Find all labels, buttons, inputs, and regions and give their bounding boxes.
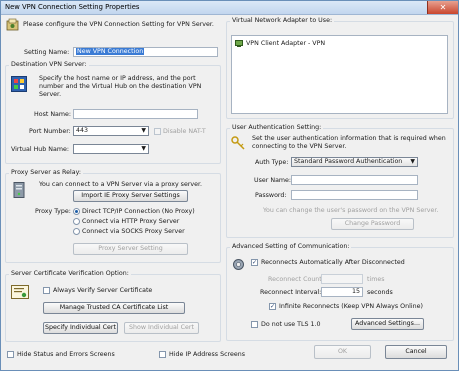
infinite-reconnect-label: Infinite Reconnects (Keep VPN Always Onl… [279, 303, 423, 310]
port-number-label: Port Number: [29, 128, 71, 135]
infinite-reconnect-checkbox[interactable]: ✓ [269, 303, 276, 310]
hub-name-select[interactable]: ▼ [73, 144, 149, 154]
adapter-list[interactable]: VPN Client Adapter - VPN [231, 35, 448, 114]
proxy-option-direct-radio[interactable] [73, 208, 80, 215]
manage-trusted-ca-button[interactable]: Manage Trusted CA Certificate List [43, 302, 185, 314]
destination-group-label: Destination VPN Server: [9, 61, 89, 68]
password-label: Password: [255, 192, 287, 199]
certificate-icon [11, 285, 29, 299]
proxy-server-setting-button[interactable]: Proxy Server Setting [73, 243, 188, 255]
check-icon: ✓ [270, 303, 276, 310]
times-label: times [367, 276, 385, 283]
no-tls-checkbox[interactable] [251, 321, 258, 328]
properties-window: New VPN Connection Setting Properties ✕ … [0, 0, 459, 371]
title-bar: New VPN Connection Setting Properties ✕ [1, 1, 458, 15]
proxy-option-direct-label: Direct TCP/IP Connection (No Proxy) [82, 208, 195, 215]
setting-name-label: Setting Name: [24, 49, 70, 56]
check-icon: ✓ [252, 259, 258, 266]
proxy-server-icon [13, 182, 25, 198]
disable-natt-label: Disable NAT-T [163, 128, 206, 135]
reconnect-count-field[interactable] [321, 274, 363, 284]
username-field[interactable] [291, 175, 418, 185]
close-icon: ✕ [439, 3, 447, 12]
proxy-option-http-radio[interactable] [73, 218, 80, 225]
adapter-item-label: VPN Client Adapter - VPN [246, 40, 326, 47]
gear-icon [233, 259, 244, 270]
port-number-select[interactable]: 443 ▼ [73, 126, 149, 136]
host-name-label: Host Name: [34, 111, 72, 118]
setting-name-field[interactable]: New VPN Connection [73, 47, 218, 57]
setting-name-value: New VPN Connection [76, 48, 145, 55]
import-ie-proxy-button[interactable]: Import IE Proxy Server Settings [73, 190, 188, 202]
reconnect-count-label: Reconnect Count: [268, 276, 324, 283]
always-verify-checkbox[interactable] [43, 287, 50, 294]
auth-type-value: Standard Password Authentication [294, 158, 403, 165]
reconnect-auto-checkbox[interactable]: ✓ [251, 259, 258, 266]
ok-button[interactable]: OK [314, 345, 371, 359]
intro-text: Please configure the VPN Connection Sett… [23, 21, 214, 28]
chevron-down-icon: ▼ [141, 145, 146, 152]
port-number-value: 443 [76, 127, 89, 134]
hide-status-label: Hide Status and Errors Screens [17, 351, 115, 358]
always-verify-label: Always Verify Server Certificate [53, 287, 153, 294]
reconnect-auto-label: Reconnects Automatically After Disconnec… [261, 259, 405, 266]
proxy-option-socks-radio[interactable] [73, 228, 80, 235]
advanced-group-label: Advanced Setting of Communication: [230, 243, 352, 250]
reconnect-interval-label: Reconnect Interval: [260, 289, 322, 296]
chevron-down-icon: ▼ [410, 158, 415, 165]
key-icon [231, 136, 245, 150]
network-adapter-icon [235, 40, 243, 47]
list-item[interactable]: VPN Client Adapter - VPN [234, 39, 444, 48]
proxy-type-label: Proxy Type: [35, 208, 71, 215]
no-tls-label: Do not use TLS 1.0 [261, 321, 321, 328]
proxy-group-label: Proxy Server as Relay: [9, 169, 84, 176]
change-password-button[interactable]: Change Password [331, 218, 414, 230]
settings-wizard-icon [6, 18, 19, 31]
hide-ip-checkbox[interactable] [159, 351, 166, 358]
show-individual-cert-button[interactable]: Show Individual Cert [124, 322, 199, 334]
host-name-field[interactable] [73, 109, 198, 119]
hide-ip-label: Hide IP Address Screens [169, 351, 246, 358]
hub-name-label: Virtual Hub Name: [11, 146, 70, 153]
specify-individual-cert-button[interactable]: Specify Individual Cert [43, 322, 118, 334]
proxy-option-http-label: Connect via HTTP Proxy Server [82, 218, 180, 225]
seconds-label: seconds [367, 289, 393, 296]
password-field[interactable] [291, 190, 418, 200]
destination-description: Specify the host name or IP address, and… [39, 75, 202, 98]
proxy-description: You can connect to a VPN Server via a pr… [39, 181, 203, 188]
advanced-settings-button[interactable]: Advanced Settings... [351, 318, 424, 330]
proxy-option-socks-label: Connect via SOCKS Proxy Server [82, 228, 185, 235]
cancel-button[interactable]: Cancel [385, 345, 447, 359]
chevron-down-icon: ▼ [141, 127, 146, 134]
auth-type-select[interactable]: Standard Password Authentication ▼ [291, 157, 418, 167]
auth-group-label: User Authentication Setting: [230, 124, 324, 131]
auth-type-label: Auth Type: [255, 159, 289, 166]
close-button[interactable]: ✕ [427, 1, 458, 14]
network-server-icon [11, 76, 27, 92]
disable-natt-checkbox[interactable] [154, 128, 161, 135]
window-title: New VPN Connection Setting Properties [5, 3, 140, 11]
username-label: User Name: [254, 177, 292, 184]
hide-status-checkbox[interactable] [7, 351, 14, 358]
auth-description: Set the user authentication information … [252, 135, 446, 150]
server-cert-group-label: Server Certificate Verification Option: [9, 270, 131, 277]
reconnect-interval-field[interactable]: 15 [321, 287, 363, 297]
password-change-hint: You can change the user's password on th… [263, 207, 439, 214]
adapter-group-label: Virtual Network Adapter to Use: [230, 17, 335, 24]
